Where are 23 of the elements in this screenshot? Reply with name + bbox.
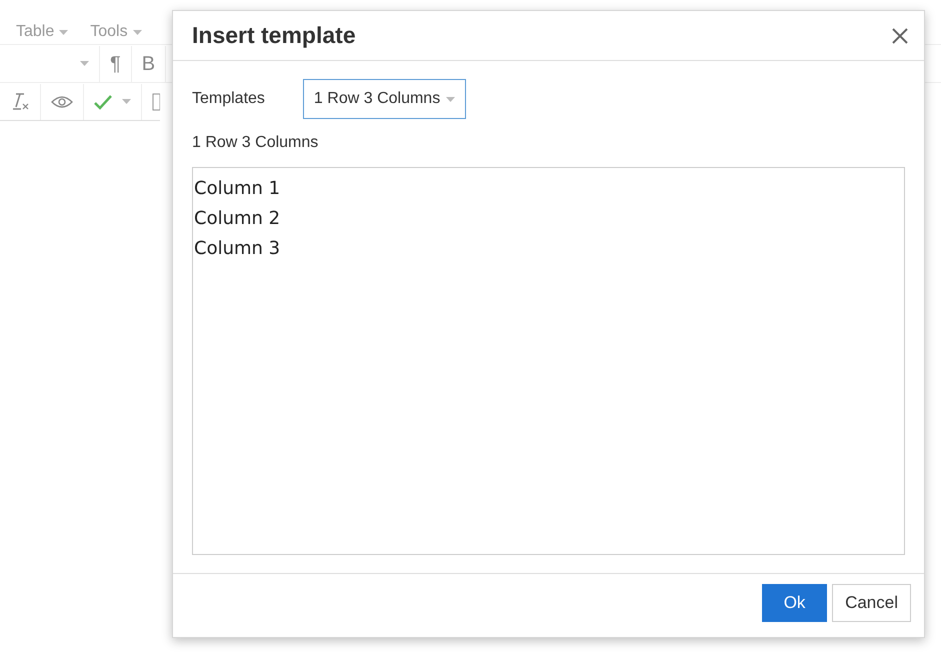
eye-icon[interactable] [51,94,73,108]
toolbar-icon[interactable] [152,92,160,110]
menu-item[interactable]: Tools [90,20,142,44]
checkmark-icon[interactable] [94,94,112,110]
template-description: 1 Row 3 Columns [192,133,320,153]
caret-icon [122,99,131,104]
cancel-button[interactable]: Cancel [832,584,911,622]
preview-line: Column 1 [194,177,280,201]
dialog-title: Insert template [192,21,356,50]
caret-icon [59,30,68,34]
toolbar-button[interactable]: ¶ [100,46,132,82]
menu-item[interactable]: Table [16,20,68,44]
toolbar-button[interactable]: B [132,46,166,82]
close-icon[interactable] [892,28,908,44]
caret-icon [446,96,456,102]
caret-icon [80,61,89,66]
template-dropdown[interactable]: 1 Row 3 Columns [302,79,466,119]
caret-icon [132,30,142,34]
field-label: Templates [192,89,265,109]
preview-line: Column 2 [194,207,280,231]
preview-line: Column 3 [194,237,280,261]
ok-button[interactable]: Ok [762,584,828,622]
clear-format-icon[interactable] [10,92,30,110]
